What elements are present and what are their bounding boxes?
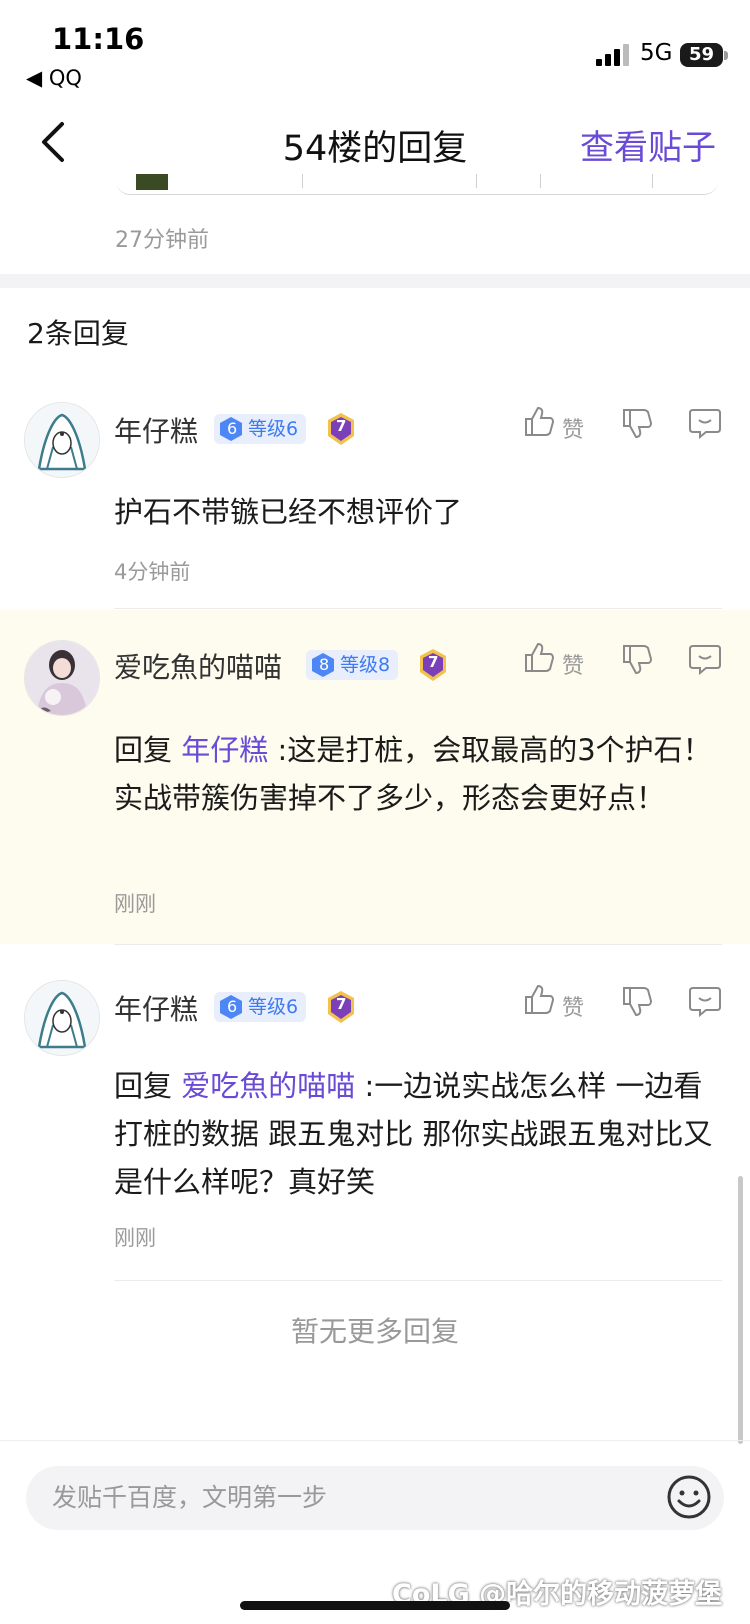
- scrollbar[interactable]: [738, 1176, 743, 1444]
- view-post-link[interactable]: 查看贴子: [580, 120, 716, 169]
- reply-count: 2条回复: [27, 317, 129, 350]
- level-label: 等级6: [248, 418, 299, 440]
- level-label: 等级6: [248, 996, 299, 1018]
- comment-icon[interactable]: [688, 642, 722, 676]
- section-separator: [0, 274, 750, 288]
- battery-icon: 59: [680, 43, 723, 67]
- divider: [114, 608, 722, 609]
- level-gem-number: 6: [227, 997, 238, 1016]
- table-line: [540, 174, 541, 188]
- level-badge: 6 等级6: [214, 992, 307, 1022]
- dislike-icon[interactable]: [620, 642, 654, 676]
- like-label[interactable]: 赞: [562, 412, 584, 444]
- reply-prefix: 回复: [114, 733, 182, 767]
- comment-icon[interactable]: [688, 406, 722, 440]
- username[interactable]: 年仔糕: [114, 410, 198, 450]
- avatar-image: [25, 981, 99, 1055]
- like-icon[interactable]: [522, 404, 556, 438]
- like-icon[interactable]: [522, 982, 556, 1016]
- dislike-icon[interactable]: [620, 406, 654, 440]
- divider: [114, 944, 722, 945]
- like-icon[interactable]: [522, 640, 556, 674]
- network-label: 5G: [640, 40, 673, 66]
- medal-icon: 7: [326, 412, 356, 446]
- reply-item: 年仔糕 6 等级6 7 赞 回复 爱吃魚的喵喵 :一边说实战怎么样 一边看打桩的…: [0, 976, 750, 1276]
- level-gem-number: 8: [319, 655, 330, 674]
- dislike-icon[interactable]: [620, 984, 654, 1018]
- comment-icon[interactable]: [688, 984, 722, 1018]
- post-card-remnant: [116, 168, 718, 195]
- reply-item-highlighted: 爱吃魚的喵喵 8 等级8 7 赞 回复 年仔糕 :这是打桩，会取最高的3个护石！…: [0, 610, 750, 944]
- level-badge: 6 等级6: [214, 414, 307, 444]
- status-time: 11:16: [52, 22, 145, 56]
- signal-icon: [596, 44, 629, 66]
- battery-nub: [724, 51, 728, 60]
- table-line: [476, 174, 477, 188]
- mention-link[interactable]: 年仔糕: [181, 733, 268, 767]
- medal-icon: 7: [326, 990, 356, 1024]
- divider: [114, 1280, 722, 1281]
- level-badge: 8 等级8: [306, 650, 399, 680]
- post-time: 27分钟前: [115, 228, 209, 253]
- username[interactable]: 爱吃魚的喵喵: [114, 646, 282, 686]
- avatar[interactable]: [24, 640, 100, 716]
- avatar[interactable]: [24, 980, 100, 1056]
- reply-item: 年仔糕 6 等级6 7 赞 护石不带镞已经不想评价了 4分钟前: [0, 398, 750, 608]
- avatar[interactable]: [24, 402, 100, 478]
- medal-number: 7: [336, 995, 347, 1013]
- level-label: 等级8: [340, 654, 391, 676]
- thumbnail-image: [136, 174, 168, 190]
- like-label[interactable]: 赞: [562, 648, 584, 680]
- reply-content: 回复 爱吃魚的喵喵 :一边说实战怎么样 一边看打桩的数据 跟五鬼对比 那你实战跟…: [114, 1062, 722, 1206]
- emoji-icon[interactable]: [666, 1474, 712, 1520]
- table-line: [302, 174, 303, 188]
- medal-number: 7: [428, 653, 439, 671]
- like-label[interactable]: 赞: [562, 990, 584, 1022]
- reply-prefix: 回复: [114, 1069, 182, 1103]
- username[interactable]: 年仔糕: [114, 988, 198, 1028]
- no-more-replies-label: 暂无更多回复: [290, 1315, 459, 1348]
- level-gem-number: 6: [227, 419, 238, 438]
- avatar-image: [25, 641, 99, 715]
- reply-content: 回复 年仔糕 :这是打桩，会取最高的3个护石！实战带簇伤害掉不了多少，形态会更好…: [114, 726, 722, 822]
- medal-number: 7: [336, 417, 347, 435]
- mention-link[interactable]: 爱吃魚的喵喵: [181, 1069, 355, 1103]
- reply-time: 4分钟前: [114, 560, 191, 584]
- table-line: [652, 174, 653, 188]
- home-indicator[interactable]: [240, 1601, 510, 1610]
- reply-content: 护石不带镞已经不想评价了: [114, 495, 463, 529]
- avatar-image: [25, 403, 99, 477]
- medal-icon: 7: [418, 648, 448, 682]
- bottom-bar-divider: [0, 1440, 750, 1441]
- back-to-app-link[interactable]: ◀ QQ: [26, 66, 82, 90]
- reply-input[interactable]: 发贴千百度，文明第一步: [26, 1466, 724, 1530]
- reply-time: 刚刚: [114, 892, 156, 916]
- reply-time: 刚刚: [114, 1226, 156, 1250]
